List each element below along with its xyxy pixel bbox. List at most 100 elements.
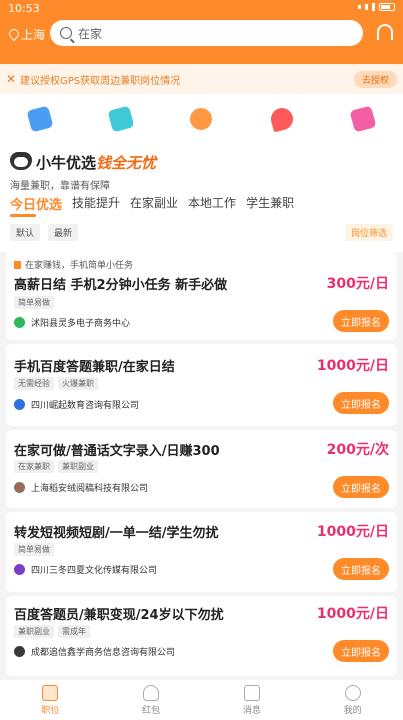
job-tag: 在家兼职 [14,460,54,473]
category-tabs: 今日优选 技能提升 在家副业 本地工作 学生兼职 [10,194,294,217]
job-notice-text: 在家赚钱，手机简单小任务 [25,261,134,271]
apply-button[interactable]: 立即报名 [333,476,389,498]
job-tag: 兼职副业 [14,625,54,638]
brand-tagline: 钱全无忧 [96,154,157,172]
job-salary: 1000元/日 [316,524,389,540]
job-company: 四川崛起数育咨询有限公司 [14,398,139,411]
job-card[interactable]: 百度答题员/兼职变现/24岁以下勿扰 1000元/日 兼职副业 需成年 成都追信… [6,596,397,676]
job-card[interactable]: 在家赚钱，手机简单小任务 高薪日结 手机2分钟小任务 新手必做 300元/日 简… [6,252,397,340]
apply-button[interactable]: 立即报名 [333,558,389,580]
filter-latest[interactable]: 最新 [48,224,79,241]
headset-icon[interactable] [377,24,393,40]
job-card[interactable]: 转发短视频短剧/一单一结/学生勿扰 1000元/日 简单易做 四川三冬四夏文化传… [6,512,397,592]
job-title: 转发短视频短剧/一单一结/学生勿扰 [14,526,219,541]
job-tag: 简单易做 [14,296,54,309]
job-tags: 简单易做 [14,296,54,309]
job-tags: 简单易做 [14,543,54,556]
status-icons [358,3,395,11]
signal-icon [365,4,368,10]
search-placeholder: 在家 [78,26,103,41]
job-notice: 在家赚钱，手机简单小任务 [14,258,133,271]
job-tag: 火爆兼职 [58,377,98,390]
signal-icon [372,3,375,11]
nav-label: 我的 [343,705,362,716]
tab-student-part-time[interactable]: 学生兼职 [246,194,294,213]
job-company: 四川三冬四夏文化传媒有限公司 [14,563,157,576]
gps-banner: ✕ 建议授权GPS获取周边兼职岗位情况 去授权 [0,64,403,94]
tab-home-side-job[interactable]: 在家副业 [130,194,178,213]
nav-red-packet[interactable]: 红包 [142,684,161,716]
job-salary: 1000元/日 [316,358,389,374]
filter-default[interactable]: 默认 [10,224,41,241]
category-fire-icon[interactable] [268,105,296,133]
category-row [0,94,403,144]
job-title: 高薪日结 手机2分钟小任务 新手必做 [14,278,228,293]
search-input[interactable]: 在家 [50,20,363,46]
company-logo-icon [14,646,25,657]
job-tag: 需成年 [58,625,90,638]
location-pin-icon [8,29,18,41]
nav-label: 职位 [41,705,60,716]
brand-section: 小牛优选 钱全无忧 海量兼职，靠谱有保障 今日优选 技能提升 在家副业 本地工作… [0,144,403,252]
flag-icon [14,260,21,269]
apply-button[interactable]: 立即报名 [333,392,389,414]
job-card[interactable]: 在家可做/普通话文字录入/日赚300 200元/次 在家兼职 兼职副业 上海稻安… [6,430,397,508]
profile-icon [344,684,361,701]
job-tag: 无需经验 [14,377,54,390]
signal-icon [358,5,361,9]
company-logo-icon [14,399,25,410]
company-logo-icon [14,317,25,328]
apply-button[interactable]: 立即报名 [333,640,389,662]
grant-permission-button[interactable]: 去授权 [353,70,397,88]
top-header: 10:53 上海 在家 [0,0,403,64]
job-tags: 在家兼职 兼职副业 [14,460,98,473]
location-selector[interactable]: 上海 [8,26,45,43]
money-bag-icon [143,684,160,701]
brand-subtitle: 海量兼职，靠谱有保障 [10,181,110,192]
home-icon [42,684,59,701]
job-title: 手机百度答题兼职/在家日结 [14,360,175,375]
job-salary: 200元/次 [326,442,389,458]
company-name: 四川三冬四夏文化传媒有限公司 [31,566,158,576]
nav-jobs[interactable]: 职位 [41,684,60,716]
company-logo-icon [14,564,25,575]
tab-local-work[interactable]: 本地工作 [188,194,236,213]
company-name: 上海稻安绒阅稿科技有限公司 [31,484,149,494]
company-name: 成都追信鑫学商务信息咨询有限公司 [31,648,176,658]
company-name: 沭阳县灵多电子商务中心 [31,319,131,329]
job-salary: 300元/日 [326,276,389,292]
category-note-icon[interactable] [349,105,377,133]
job-salary: 1000元/日 [316,606,389,622]
brand-name: 小牛优选 [36,154,97,172]
nav-messages[interactable]: 消息 [243,684,261,716]
job-card[interactable]: 手机百度答题兼职/在家日结 1000元/日 无需经验 火爆兼职 四川崛起数育咨询… [6,344,397,426]
job-tag: 简单易做 [14,543,54,556]
position-filter-button[interactable]: 岗位筛选 [344,224,393,241]
nav-profile[interactable]: 我的 [343,684,362,716]
job-title: 百度答题员/兼职变现/24岁以下勿扰 [14,608,224,623]
job-tag: 兼职副业 [58,460,98,473]
sort-filters: 默认 最新 [10,224,79,241]
category-shield-icon[interactable] [26,105,54,133]
category-coin-icon[interactable] [188,105,215,133]
job-title: 在家可做/普通话文字录入/日赚300 [14,444,220,459]
job-company: 上海稻安绒阅稿科技有限公司 [14,481,148,494]
battery-icon [379,3,395,11]
tab-today-picks[interactable]: 今日优选 [10,194,62,217]
gps-banner-text: 建议授权GPS获取周边兼职岗位情况 [20,75,181,87]
company-logo-icon [14,482,25,493]
close-icon[interactable]: ✕ [6,72,20,86]
tab-skill-upgrade[interactable]: 技能提升 [72,194,120,213]
job-tags: 兼职副业 需成年 [14,625,90,638]
category-card-icon[interactable] [107,105,135,133]
apply-button[interactable]: 立即报名 [333,310,389,332]
job-company: 沭阳县灵多电子商务中心 [14,316,130,329]
cow-logo-icon [10,152,32,170]
search-icon [60,27,72,39]
company-name: 四川崛起数育咨询有限公司 [31,401,140,411]
mail-icon [243,684,260,701]
location-label: 上海 [21,28,46,42]
nav-label: 红包 [142,705,161,716]
bottom-nav: 职位 红包 消息 我的 [0,680,403,720]
job-company: 成都追信鑫学商务信息咨询有限公司 [14,645,175,658]
